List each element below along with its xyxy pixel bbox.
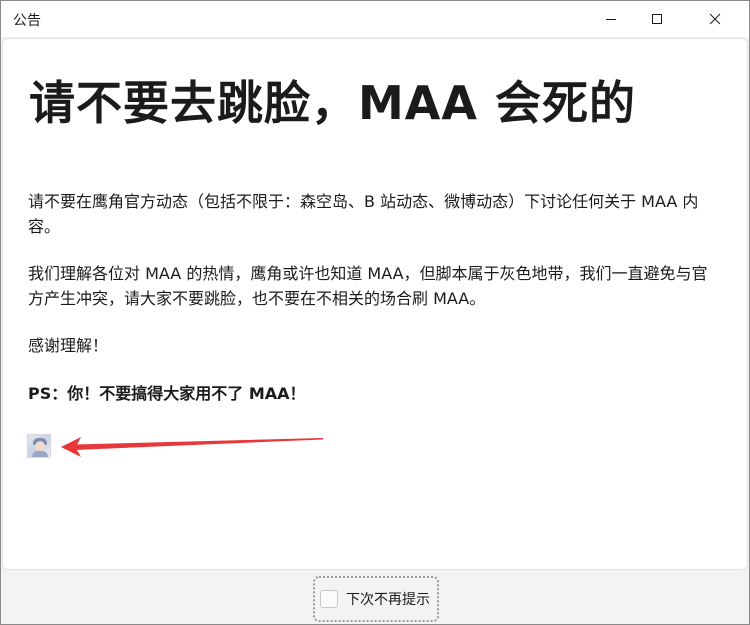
announcement-paragraph-2: 我们理解各位对 MAA 的热情，鹰角或许也知道 MAA，但脚本属于灰色地带，我们… [28,264,708,308]
announcement-headline: 请不要去跳脸，MAA 会死的 [29,76,636,130]
announcement-paragraph-1: 请不要在鹰角官方动态（包括不限于：森空岛、B 站动态、微博动态）下讨论任何关于 … [28,192,699,236]
sticker-image-icon [27,434,51,458]
dont-show-again-checkbox[interactable] [320,590,338,608]
dont-show-again-option[interactable]: 下次不再提示 [313,576,439,622]
maximize-button[interactable] [634,1,680,37]
close-icon [709,13,721,25]
announcement-content: 请不要去跳脸，MAA 会死的 请不要在鹰角官方动态（包括不限于：森空岛、B 站动… [2,38,748,570]
title-bar[interactable]: 公告 [1,1,749,37]
announcement-window: 公告 请不要去跳脸，MAA 会死的 请不要在鹰角官方动态（包括不限于：森空岛、B… [0,0,750,625]
announcement-paragraph-3: 感谢理解！ [28,336,109,355]
minimize-button[interactable] [588,1,634,37]
red-arrow-icon [61,437,323,457]
close-button[interactable] [692,1,738,37]
minimize-icon [606,19,616,20]
dont-show-again-label[interactable]: 下次不再提示 [346,589,430,609]
window-title: 公告 [13,13,41,29]
announcement-ps: PS：你！不要搞得大家用不了 MAA！ [28,384,306,403]
maximize-icon [652,14,662,24]
